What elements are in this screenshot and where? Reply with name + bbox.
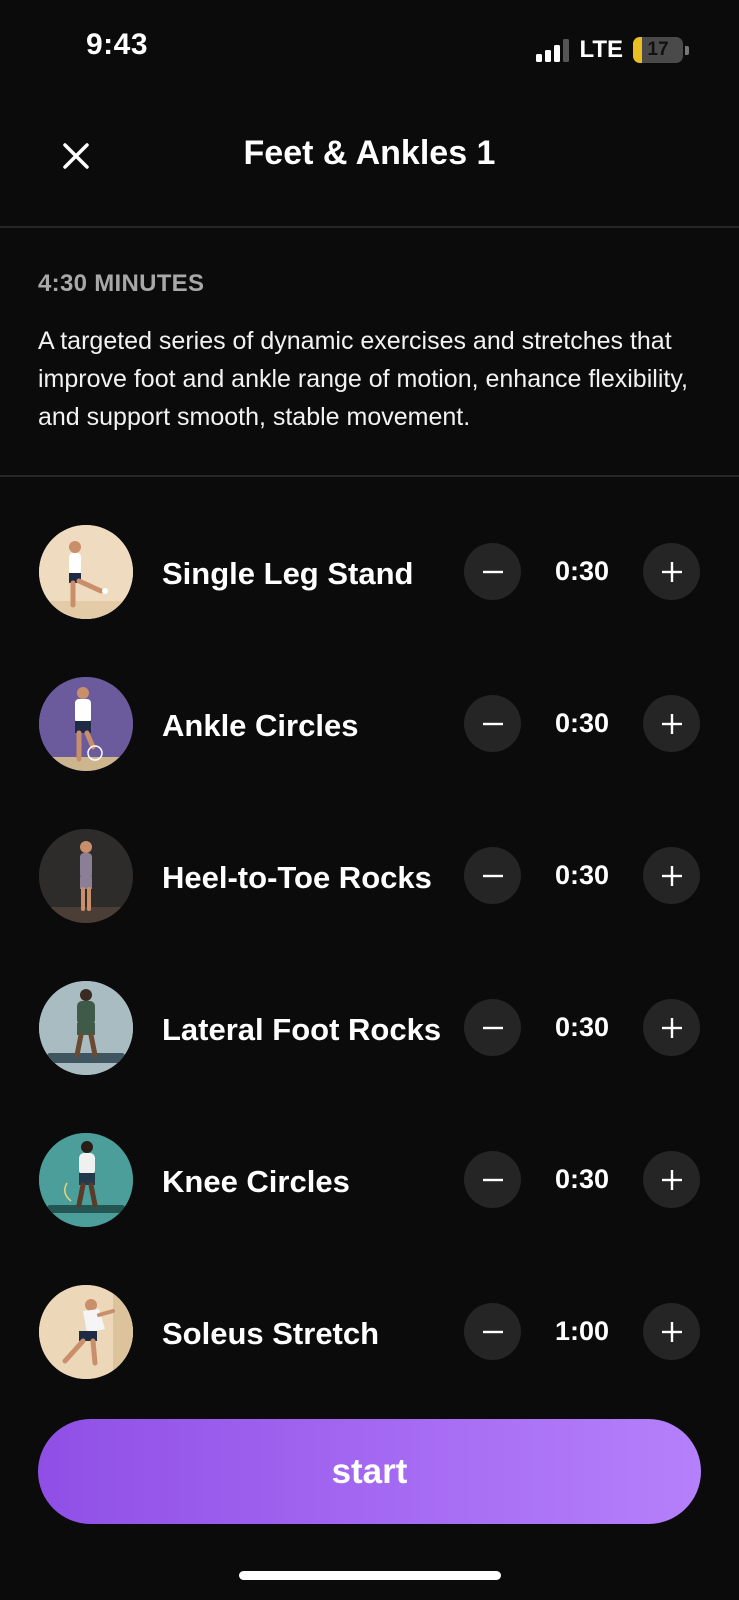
- exercise-thumbnail: [39, 1285, 133, 1379]
- plus-icon: [661, 561, 682, 582]
- increase-time-button[interactable]: [643, 999, 700, 1056]
- exercise-list: Single Leg Stand 0:30 Ankle Circles 0:30…: [0, 479, 739, 1391]
- network-label: LTE: [579, 36, 623, 63]
- exercise-row: Lateral Foot Rocks 0:30: [0, 935, 739, 1087]
- exercise-thumbnail: [39, 525, 133, 619]
- minus-icon: [482, 1178, 503, 1181]
- minus-icon: [482, 1026, 503, 1029]
- status-time: 9:43: [86, 28, 149, 61]
- exercise-time: 0:30: [554, 1012, 610, 1042]
- exercise-time: 0:30: [554, 860, 610, 890]
- exercise-name: Single Leg Stand: [162, 556, 414, 591]
- exercise-row: Heel-to-Toe Rocks 0:30: [0, 783, 739, 935]
- workout-info: 4:30 MINUTES A targeted series of dynami…: [0, 230, 739, 477]
- battery-cap: [685, 45, 689, 55]
- exercise-name: Lateral Foot Rocks: [162, 1012, 442, 1047]
- increase-time-button[interactable]: [643, 1303, 700, 1360]
- exercise-time: 1:00: [554, 1316, 610, 1346]
- exercise-name: Ankle Circles: [162, 708, 359, 743]
- plus-icon: [661, 1017, 682, 1038]
- page-title: Feet & Ankles 1: [243, 134, 496, 172]
- exercise-row: Single Leg Stand 0:30: [0, 479, 739, 631]
- decrease-time-button[interactable]: [464, 695, 521, 752]
- decrease-time-button[interactable]: [464, 847, 521, 904]
- exercise-time: 0:30: [554, 1164, 610, 1194]
- status-indicators: LTE 17: [536, 36, 689, 64]
- workout-description: A targeted series of dynamic exercises a…: [38, 327, 688, 431]
- increase-time-button[interactable]: [643, 543, 700, 600]
- single-leg-stand-illustration: [39, 525, 133, 619]
- minus-icon: [482, 722, 503, 725]
- signal-icon: [536, 38, 570, 62]
- decrease-time-button[interactable]: [464, 1151, 521, 1208]
- increase-time-button[interactable]: [643, 695, 700, 752]
- minus-icon: [482, 1330, 503, 1333]
- header: Feet & Ankles 1: [0, 110, 739, 228]
- exercise-time: 0:30: [554, 708, 610, 738]
- heel-to-toe-rocks-illustration: [39, 829, 133, 923]
- exercise-row: Ankle Circles 0:30: [0, 631, 739, 783]
- exercise-time: 0:30: [554, 556, 610, 586]
- exercise-thumbnail: [39, 677, 133, 771]
- lateral-foot-rocks-illustration: [39, 981, 133, 1075]
- decrease-time-button[interactable]: [464, 999, 521, 1056]
- start-button[interactable]: start: [38, 1419, 701, 1524]
- plus-icon: [661, 713, 682, 734]
- exercise-row: Soleus Stretch 1:00: [0, 1239, 739, 1391]
- exercise-name: Soleus Stretch: [162, 1316, 380, 1351]
- increase-time-button[interactable]: [643, 1151, 700, 1208]
- exercise-thumbnail: [39, 981, 133, 1075]
- workout-duration: 4:30 MINUTES: [38, 270, 205, 297]
- workout-detail-screen: 9:43 LTE 17 Feet & Ankles 1 4:30 MINUTES…: [0, 0, 739, 1600]
- exercise-thumbnail: [39, 1133, 133, 1227]
- minus-icon: [482, 570, 503, 573]
- exercise-name: Knee Circles: [162, 1164, 350, 1199]
- home-indicator[interactable]: [239, 1571, 501, 1580]
- battery-icon: 17: [633, 37, 683, 63]
- battery-level: 17: [647, 39, 669, 60]
- plus-icon: [661, 865, 682, 886]
- knee-circles-illustration: [39, 1133, 133, 1227]
- ankle-circles-illustration: [39, 677, 133, 771]
- soleus-stretch-illustration: [39, 1285, 133, 1379]
- minus-icon: [482, 874, 503, 877]
- exercise-name: Heel-to-Toe Rocks: [162, 860, 432, 895]
- decrease-time-button[interactable]: [464, 1303, 521, 1360]
- decrease-time-button[interactable]: [464, 543, 521, 600]
- exercise-row: Knee Circles 0:30: [0, 1087, 739, 1239]
- plus-icon: [661, 1169, 682, 1190]
- plus-icon: [661, 1321, 682, 1342]
- increase-time-button[interactable]: [643, 847, 700, 904]
- exercise-thumbnail: [39, 829, 133, 923]
